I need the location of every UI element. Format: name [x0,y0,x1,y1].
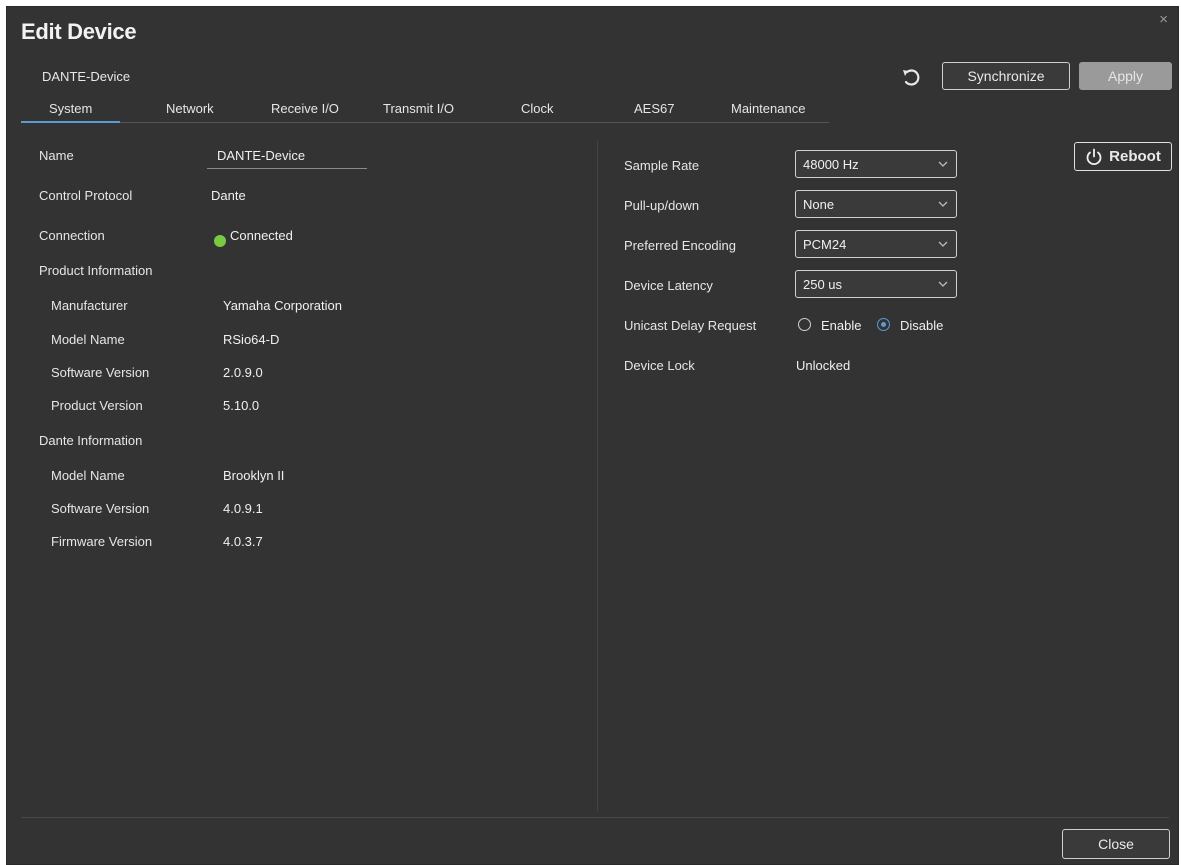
preferred-encoding-value: PCM24 [803,237,847,252]
control-protocol-value: Dante [211,188,246,203]
power-icon [1086,148,1102,165]
pull-up-down-label: Pull-up/down [624,198,700,213]
dante-model-label: Model Name [51,468,125,483]
dante-software-label: Software Version [51,501,150,516]
dante-info-heading: Dante Information [39,433,143,448]
connection-status-icon [214,235,226,247]
product-model-label: Model Name [51,332,125,347]
chevron-down-icon [938,241,948,247]
unicast-enable-label[interactable]: Enable [821,318,861,333]
manufacturer-value: Yamaha Corporation [223,298,342,313]
device-lock-label: Device Lock [624,358,695,373]
device-latency-label: Device Latency [624,278,713,293]
reboot-label: Reboot [1109,148,1161,165]
dante-firmware-value: 4.0.3.7 [223,534,263,549]
device-lock-value: Unlocked [796,358,851,373]
control-protocol-label: Control Protocol [39,188,133,203]
tab-maintenance[interactable]: Maintenance [731,101,805,116]
product-version-label: Product Version [51,398,143,413]
chevron-down-icon [938,281,948,287]
manufacturer-label: Manufacturer [51,298,128,313]
reboot-button[interactable]: Reboot [1074,142,1172,171]
tab-transmit-io[interactable]: Transmit I/O [383,101,454,116]
synchronize-button[interactable]: Synchronize [942,62,1070,90]
device-latency-value: 250 us [803,277,843,292]
chevron-down-icon [938,201,948,207]
unicast-enable-radio[interactable] [798,318,811,331]
product-software-value: 2.0.9.0 [223,365,263,380]
product-info-heading: Product Information [39,263,153,278]
tab-bar: System Network Receive I/O Transmit I/O … [20,95,829,123]
sample-rate-label: Sample Rate [624,158,700,173]
dante-software-value: 4.0.9.1 [223,501,263,516]
device-name-label: DANTE-Device [42,69,131,84]
tab-clock[interactable]: Clock [521,101,554,116]
sample-rate-value: 48000 Hz [803,157,859,172]
close-button[interactable]: Close [1062,829,1170,859]
sample-rate-select[interactable]: 48000 Hz [795,150,957,178]
pull-up-down-value: None [803,197,835,212]
close-icon[interactable]: × [1159,11,1168,28]
preferred-encoding-select[interactable]: PCM24 [795,230,957,258]
dante-firmware-label: Firmware Version [51,534,153,549]
tab-aes67[interactable]: AES67 [634,101,674,116]
pull-up-down-select[interactable]: None [795,190,957,218]
unicast-disable-radio[interactable] [877,318,890,331]
product-software-label: Software Version [51,365,150,380]
tab-system[interactable]: System [20,101,121,123]
edit-device-dialog: Edit Device × DANTE-Device Synchronize A… [6,6,1179,865]
undo-icon[interactable] [900,67,922,89]
column-divider [597,141,598,811]
product-version-value: 5.10.0 [223,398,260,413]
name-label: Name [39,148,74,163]
tab-receive-io[interactable]: Receive I/O [271,101,339,116]
chevron-down-icon [938,161,948,167]
unicast-disable-label[interactable]: Disable [900,318,943,333]
tab-network[interactable]: Network [166,101,214,116]
apply-button[interactable]: Apply [1079,62,1172,90]
product-model-value: RSio64-D [223,332,280,347]
device-latency-select[interactable]: 250 us [795,270,957,298]
dialog-title: Edit Device [21,19,137,44]
device-name-input[interactable]: DANTE-Device [207,145,367,169]
unicast-delay-label: Unicast Delay Request [624,318,757,333]
dante-model-value: Brooklyn II [223,468,285,483]
connection-label: Connection [39,228,105,243]
preferred-encoding-label: Preferred Encoding [624,238,737,253]
connection-value: Connected [230,228,293,243]
footer-divider [21,817,1169,818]
